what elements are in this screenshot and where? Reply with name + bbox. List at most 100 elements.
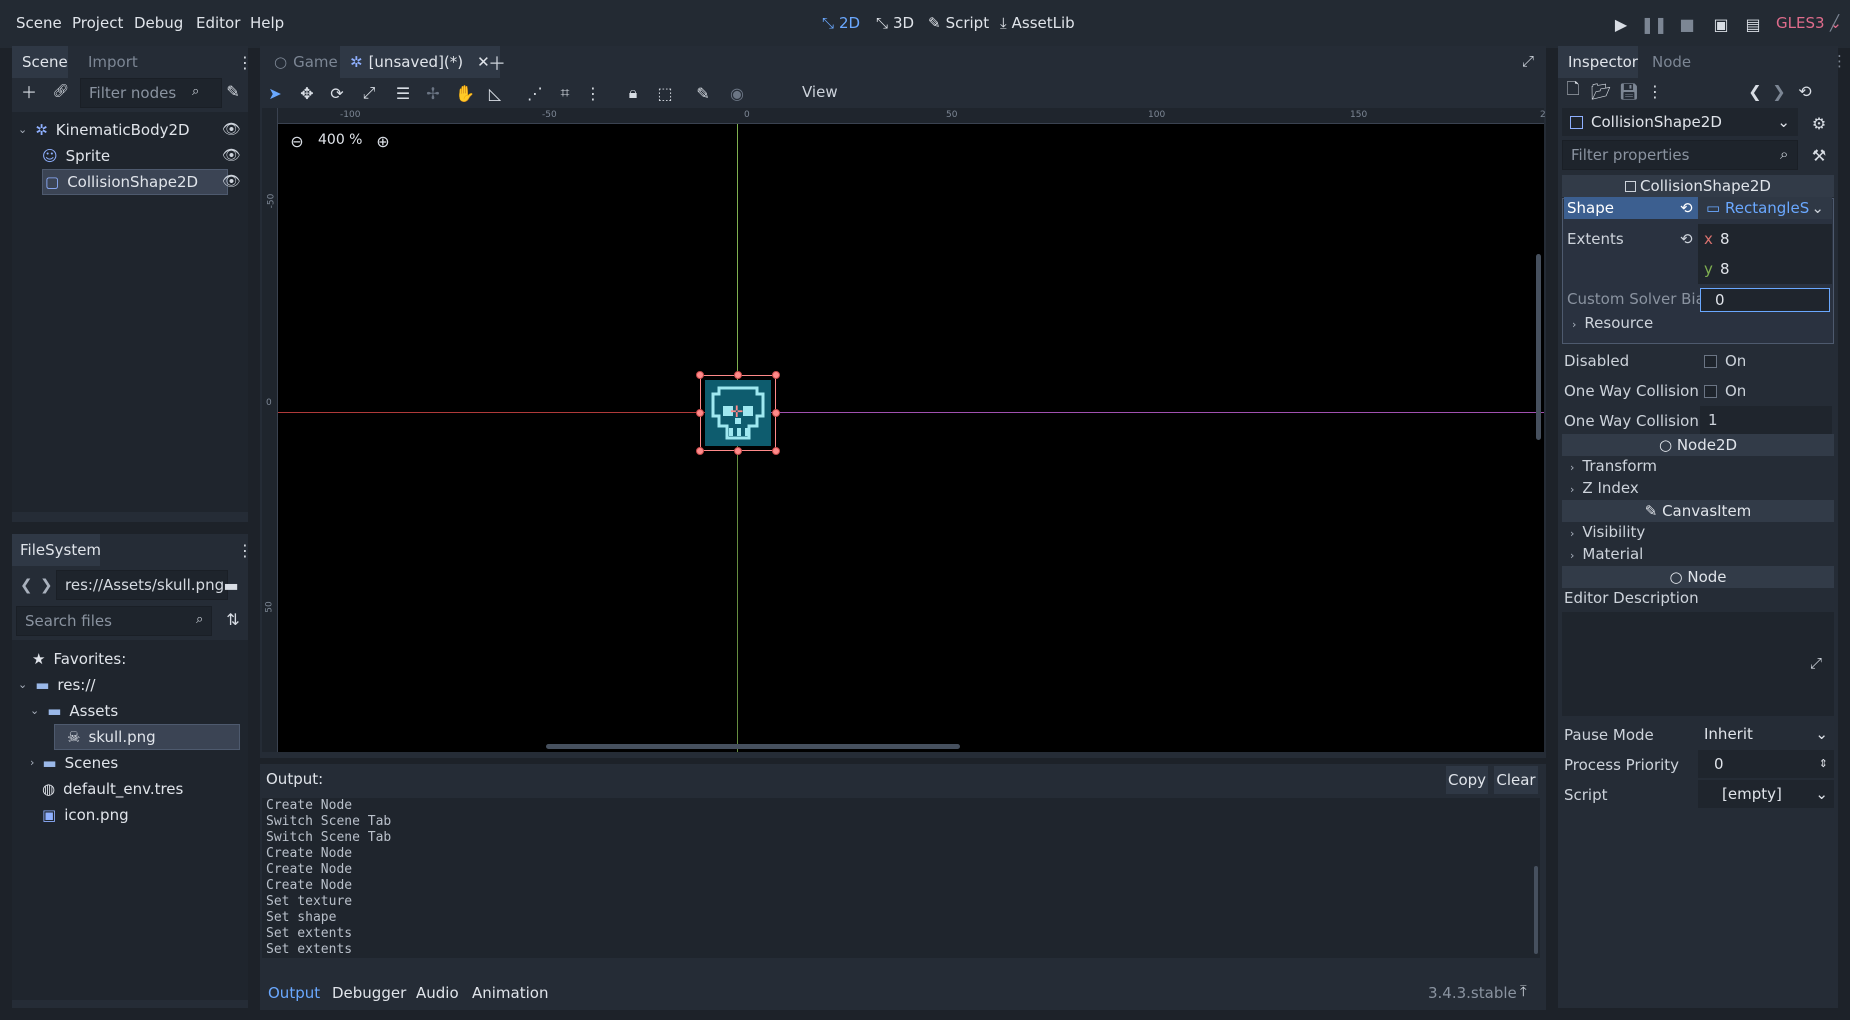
resize-handle[interactable] <box>772 447 780 455</box>
tool-icon[interactable]: ⚒ <box>1806 142 1832 168</box>
default-env-file[interactable]: ◍ default_env.tres <box>42 776 183 802</box>
disabled-toggle[interactable]: On <box>1704 352 1746 370</box>
clear-button[interactable]: Clear <box>1494 766 1538 794</box>
spinner-icon[interactable]: ⇕ <box>1819 750 1828 778</box>
visibility-eye-icon[interactable]: 👁︎ <box>222 120 241 138</box>
expand-panel-icon[interactable]: ⤒ <box>1520 982 1527 1000</box>
assets-folder[interactable]: ⌄ ▬ Assets <box>30 698 118 724</box>
filter-nodes-input[interactable]: Filter nodes <box>80 78 222 108</box>
zoom-in-icon[interactable]: ⊕ <box>370 128 396 154</box>
workspace-2d-button[interactable]: ⤡ 2D <box>822 14 860 32</box>
tab-inspector[interactable]: Inspector <box>1558 46 1638 78</box>
workspace-3d-button[interactable]: ⤡ 3D <box>876 14 914 32</box>
object-properties-icon[interactable]: ⚙ <box>1806 110 1832 136</box>
tab-unsaved-scene[interactable]: ✲ [unsaved](*) ✕ <box>340 46 500 78</box>
pivot-tool-icon[interactable]: ✢ <box>420 80 446 106</box>
res-folder[interactable]: ⌄ ▬ res:// <box>18 672 95 698</box>
section-node2d[interactable]: ○ Node2D <box>1562 434 1834 456</box>
distraction-free-icon[interactable]: ⤢ <box>1522 52 1534 70</box>
tab-filesystem[interactable]: FileSystem <box>12 534 101 566</box>
menu-editor[interactable]: Editor <box>196 14 240 32</box>
stop-icon[interactable]: ■ <box>1674 11 1700 37</box>
horizontal-scrollbar[interactable] <box>546 744 960 749</box>
pan-tool-icon[interactable]: ✋ <box>452 80 478 106</box>
scenes-folder[interactable]: › ▬ Scenes <box>30 750 118 776</box>
menu-help[interactable]: Help <box>250 14 284 32</box>
tab-node[interactable]: Node <box>1642 46 1701 78</box>
canvas-viewport[interactable]: ⊖ 400 % ⊕ ✛ <box>278 124 1544 752</box>
bottom-tab-debugger[interactable]: Debugger <box>332 984 406 1002</box>
visibility-eye-icon[interactable]: 👁︎ <box>222 172 241 190</box>
visibility-eye-icon[interactable]: 👁︎ <box>222 146 241 164</box>
bones-icon[interactable]: ✎ <box>690 80 716 106</box>
vertical-scrollbar[interactable] <box>1536 254 1541 440</box>
snap-options-icon[interactable]: ⋮ <box>580 80 606 106</box>
transform-group[interactable]: › Transform <box>1570 457 1657 475</box>
extents-y-value[interactable]: 8 <box>1720 260 1730 278</box>
menu-project[interactable]: Project <box>72 14 123 32</box>
add-tab-icon[interactable]: ＋ <box>488 50 506 76</box>
split-view-icon[interactable]: ▬ <box>218 572 244 598</box>
search-files-input[interactable]: Search files <box>16 606 212 636</box>
save-icon[interactable]: 💾︎ <box>1616 78 1642 104</box>
shape-resource-picker[interactable]: ▭ RectangleS ⌄ <box>1698 197 1832 219</box>
dock-menu-icon[interactable]: ⋮ <box>237 49 253 75</box>
tab-game[interactable]: ○ Game <box>264 46 348 78</box>
tree-node-kinematicbody2d[interactable]: ⌄ ✲ KinematicBody2D <box>18 117 190 143</box>
visibility-group[interactable]: › Visibility <box>1570 523 1645 541</box>
resource-group[interactable]: › Resource <box>1572 314 1653 332</box>
move-tool-icon[interactable]: ✥ <box>294 80 320 106</box>
material-group[interactable]: › Material <box>1570 545 1643 563</box>
tab-scene[interactable]: Scene <box>12 46 68 78</box>
workspace-assetlib-button[interactable]: ⤓ AssetLib <box>1000 14 1075 32</box>
lock-icon[interactable]: 🔒︎ <box>620 80 646 106</box>
workspace-script-button[interactable]: ✎ Script <box>928 14 989 32</box>
resize-handle[interactable] <box>696 409 704 417</box>
dock-menu-icon[interactable]: ⋮ <box>237 537 253 563</box>
forward-icon[interactable]: ❯ <box>40 576 53 594</box>
bottom-tab-audio[interactable]: Audio <box>416 984 459 1002</box>
copy-button[interactable]: Copy <box>1446 766 1488 794</box>
filter-properties-input[interactable]: Filter properties <box>1562 140 1798 170</box>
bottom-tab-animation[interactable]: Animation <box>472 984 548 1002</box>
process-priority-field[interactable]: 0 ⇕ <box>1698 750 1834 778</box>
select-tool-icon[interactable]: ➤ <box>262 80 288 106</box>
pause-icon[interactable]: ❚❚ <box>1641 11 1668 37</box>
list-select-icon[interactable]: ☰ <box>390 80 416 106</box>
revert-icon[interactable]: ⟲ <box>1680 230 1693 248</box>
link-icon[interactable]: 🔗︎ <box>48 78 74 104</box>
path-field[interactable]: res://Assets/skull.png <box>56 570 228 600</box>
skull-file[interactable]: ☠ skull.png <box>54 724 240 750</box>
revert-icon[interactable]: ⟲ <box>1680 199 1693 217</box>
tree-node-sprite[interactable]: ☺ Sprite <box>42 143 110 169</box>
group-icon[interactable]: ⬚ <box>652 80 678 106</box>
section-canvasitem[interactable]: ✎ CanvasItem <box>1562 500 1834 522</box>
scale-tool-icon[interactable]: ⤢ <box>356 80 382 106</box>
ruler-tool-icon[interactable]: ◺ <box>482 80 508 106</box>
one-way-margin-field[interactable]: 1 <box>1700 406 1832 434</box>
open-folder-icon[interactable]: 📂︎ <box>1588 78 1614 104</box>
sort-icon[interactable]: ⇅ <box>220 606 246 632</box>
solver-bias-field[interactable]: 0 <box>1700 288 1830 312</box>
tab-import[interactable]: Import <box>78 46 148 78</box>
extents-field[interactable]: x 8 y 8 <box>1698 224 1832 284</box>
icon-file[interactable]: ▣ icon.png <box>42 802 129 828</box>
more-options-icon[interactable]: ⋮ <box>1642 78 1668 104</box>
resize-handle[interactable] <box>734 447 742 455</box>
one-way-collision-toggle[interactable]: On <box>1704 382 1746 400</box>
resize-handle[interactable] <box>772 409 780 417</box>
resize-handle[interactable] <box>734 371 742 379</box>
rotate-tool-icon[interactable]: ⟳ <box>324 80 350 106</box>
back-icon[interactable]: ❮ <box>20 576 33 594</box>
play-scene-icon[interactable]: ▣ <box>1708 11 1734 37</box>
zoom-level[interactable]: 400 % <box>318 132 362 148</box>
menu-debug[interactable]: Debug <box>134 14 183 32</box>
view-menu[interactable]: View <box>802 83 838 101</box>
section-collisionshape2d[interactable]: CollisionShape2D <box>1562 175 1834 197</box>
favorites-item[interactable]: ★ Favorites: <box>32 646 126 672</box>
extents-x-value[interactable]: 8 <box>1720 230 1730 248</box>
history-icon[interactable]: ⟲ <box>1792 78 1818 104</box>
menu-scene[interactable]: Scene <box>16 14 62 32</box>
zoom-out-icon[interactable]: ⊖ <box>284 128 310 154</box>
bottom-tab-output[interactable]: Output <box>268 984 320 1002</box>
